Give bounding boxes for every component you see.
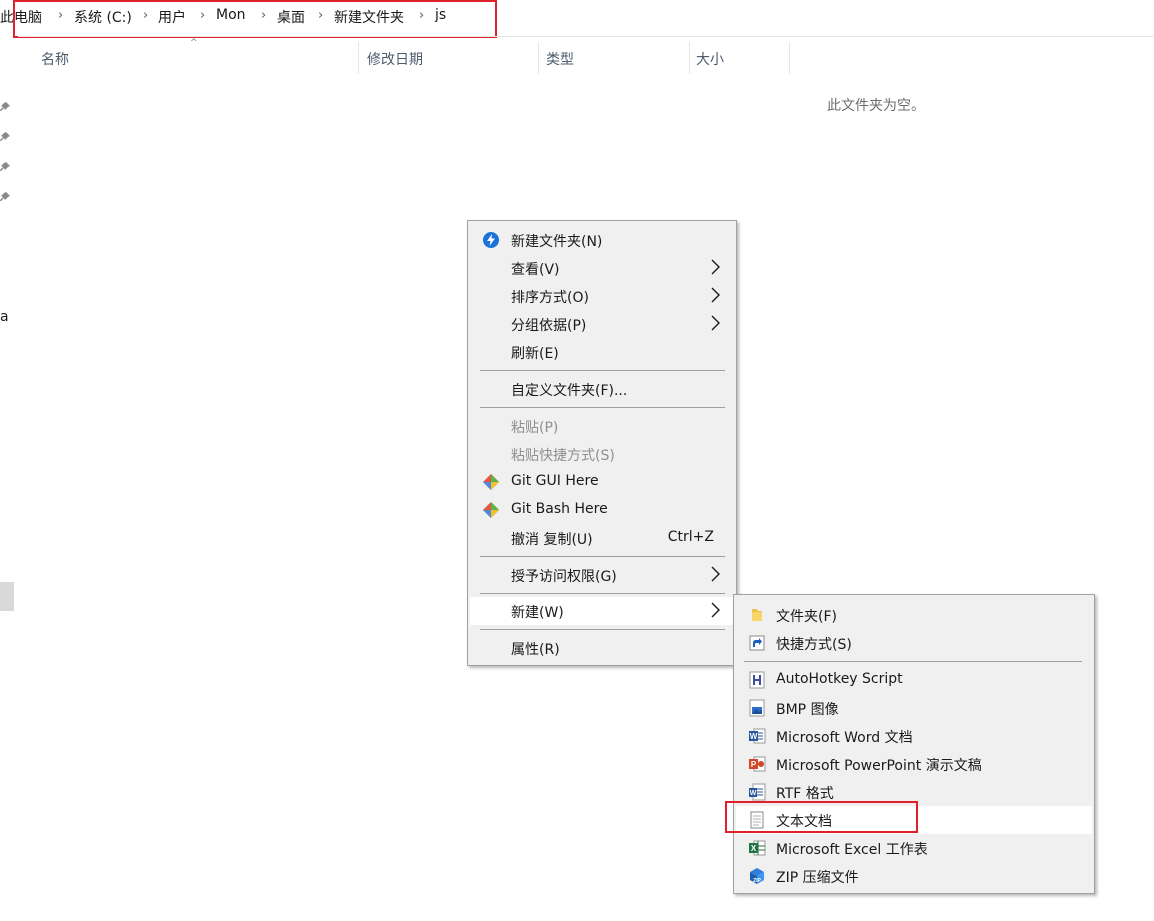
svg-text:X: X [751, 844, 757, 853]
menu-item-label: 属性(R) [511, 642, 560, 658]
new-submenu: 文件夹(F) 快捷方式(S) AutoHotkey Script BMP 图像 … [733, 594, 1095, 894]
empty-folder-message: 此文件夹为空。 [827, 98, 925, 114]
sort-ascending-icon: ^ [190, 38, 198, 48]
powerpoint-icon: P [748, 755, 766, 773]
menu-item-paste[interactable]: 粘贴(P) [470, 412, 734, 440]
menu-item-group-by[interactable]: 分组依据(P) [470, 310, 734, 338]
menu-item-label: 新建文件夹(N) [511, 234, 603, 250]
git-icon [482, 473, 500, 491]
menu-item-new-folder[interactable]: 新建文件夹(N) [470, 226, 734, 254]
column-divider[interactable] [538, 42, 539, 74]
submenu-item-label: RTF 格式 [776, 786, 834, 802]
svg-text:W: W [750, 790, 757, 797]
submenu-item-bmp-image[interactable]: BMP 图像 [736, 694, 1092, 722]
menu-item-git-bash-here[interactable]: Git Bash Here [470, 496, 734, 524]
annotation-highlight-box [13, 0, 497, 38]
menu-item-git-gui-here[interactable]: Git GUI Here [470, 468, 734, 496]
bmp-image-icon [748, 699, 766, 717]
submenu-item-folder[interactable]: 文件夹(F) [736, 601, 1092, 629]
menu-item-properties[interactable]: 属性(R) [470, 634, 734, 662]
menu-item-label: 分组依据(P) [511, 318, 587, 334]
submenu-arrow-icon [711, 287, 720, 303]
menu-separator [480, 407, 725, 408]
folder-icon [748, 606, 766, 624]
shortcut-icon [748, 634, 766, 652]
submenu-item-powerpoint-presentation[interactable]: P Microsoft PowerPoint 演示文稿 [736, 750, 1092, 778]
menu-separator [480, 370, 725, 371]
menu-item-refresh[interactable]: 刷新(E) [470, 338, 734, 366]
menu-item-undo-copy[interactable]: 撤消 复制(U) Ctrl+Z [470, 524, 734, 552]
submenu-item-label: AutoHotkey Script [776, 671, 903, 687]
pin-icon[interactable] [0, 192, 12, 204]
zip-icon: ZIP [748, 867, 766, 885]
menu-item-label: 查看(V) [511, 262, 560, 278]
column-divider[interactable] [789, 42, 790, 74]
submenu-item-zip-archive[interactable]: ZIP ZIP 压缩文件 [736, 862, 1092, 890]
nav-item-partial-label[interactable]: a [0, 309, 9, 325]
column-header-name[interactable]: 名称 [41, 49, 69, 69]
pin-icon[interactable] [0, 162, 12, 174]
submenu-item-label: Microsoft Excel 工作表 [776, 842, 928, 858]
submenu-item-shortcut[interactable]: 快捷方式(S) [736, 629, 1092, 657]
submenu-item-label: Microsoft Word 文档 [776, 730, 913, 746]
new-folder-icon [482, 231, 500, 249]
menu-item-label: Git Bash Here [511, 501, 608, 517]
pin-icon[interactable] [0, 132, 12, 144]
menu-item-new[interactable]: 新建(W) [470, 597, 734, 625]
submenu-arrow-icon [711, 602, 720, 618]
word-icon: W [748, 727, 766, 745]
menu-item-label: 粘贴(P) [511, 420, 559, 436]
context-menu: 新建文件夹(N) 查看(V) 排序方式(O) 分组依据(P) 刷新(E) 自定义… [467, 220, 737, 666]
menu-separator [480, 556, 725, 557]
submenu-item-autohotkey-script[interactable]: AutoHotkey Script [736, 666, 1092, 694]
submenu-item-label: Microsoft PowerPoint 演示文稿 [776, 758, 982, 774]
column-header-size[interactable]: 大小 [696, 49, 724, 69]
autohotkey-icon [748, 671, 766, 689]
menu-item-paste-shortcut[interactable]: 粘贴快捷方式(S) [470, 440, 734, 468]
git-icon [482, 501, 500, 519]
menu-item-label: 撤消 复制(U) [511, 532, 593, 548]
submenu-arrow-icon [711, 315, 720, 331]
rtf-icon: W [748, 783, 766, 801]
menu-item-label: 排序方式(O) [511, 290, 589, 306]
svg-text:ZIP: ZIP [753, 878, 761, 884]
menu-separator [744, 661, 1082, 662]
menu-item-shortcut: Ctrl+Z [667, 529, 714, 545]
menu-separator [480, 593, 725, 594]
column-header-date-modified[interactable]: 修改日期 [367, 49, 423, 69]
submenu-item-label: 文件夹(F) [776, 609, 837, 625]
svg-text:W: W [750, 732, 758, 741]
menu-item-grant-access[interactable]: 授予访问权限(G) [470, 561, 734, 589]
submenu-item-label: ZIP 压缩文件 [776, 870, 859, 886]
submenu-item-label: 快捷方式(S) [776, 637, 852, 653]
annotation-highlight-box [725, 801, 918, 833]
submenu-arrow-icon [711, 259, 720, 275]
column-divider[interactable] [689, 42, 690, 74]
pin-icon[interactable] [0, 102, 12, 114]
menu-separator [480, 629, 725, 630]
submenu-item-excel-worksheet[interactable]: X Microsoft Excel 工作表 [736, 834, 1092, 862]
menu-item-view[interactable]: 查看(V) [470, 254, 734, 282]
svg-text:P: P [751, 760, 757, 769]
header-divider [18, 36, 1154, 37]
menu-item-label: Git GUI Here [511, 473, 599, 489]
menu-item-customize-folder[interactable]: 自定义文件夹(F)... [470, 375, 734, 403]
submenu-item-label: BMP 图像 [776, 702, 839, 718]
column-divider[interactable] [358, 42, 359, 74]
column-header-type[interactable]: 类型 [546, 49, 574, 69]
menu-item-label: 刷新(E) [511, 346, 559, 362]
nav-selected-item[interactable] [0, 582, 14, 611]
menu-item-sort-by[interactable]: 排序方式(O) [470, 282, 734, 310]
menu-item-label: 自定义文件夹(F)... [511, 383, 628, 399]
excel-icon: X [748, 839, 766, 857]
submenu-arrow-icon [711, 566, 720, 582]
menu-item-label: 授予访问权限(G) [511, 569, 617, 585]
submenu-item-word-document[interactable]: W Microsoft Word 文档 [736, 722, 1092, 750]
menu-item-label: 粘贴快捷方式(S) [511, 448, 615, 464]
menu-item-label: 新建(W) [511, 605, 564, 621]
